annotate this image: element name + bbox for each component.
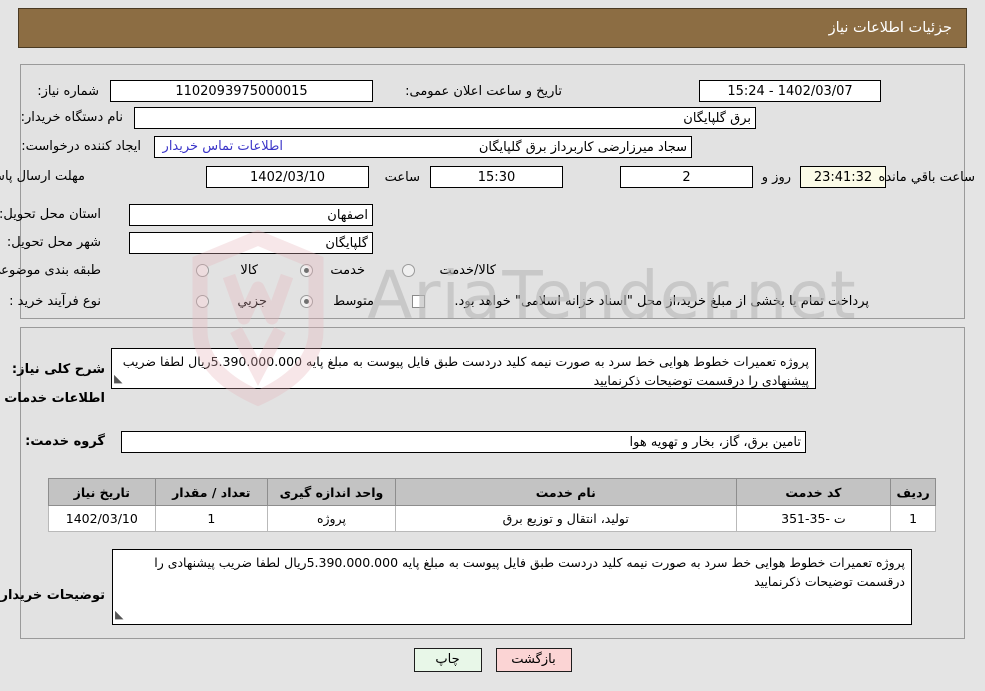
announce-datetime-label: تاریخ و ساعت اعلان عمومی: <box>405 84 562 99</box>
city-label: شهر محل تحویل: <box>6 235 101 250</box>
need-number-value: 1102093975000015 <box>110 80 373 102</box>
radio-category-khedmat[interactable] <box>300 264 313 277</box>
description-textarea[interactable]: پروژه تعمیرات خطوط هوایی خط سرد به صورت … <box>111 348 816 389</box>
city-value: گلپایگان <box>129 232 373 254</box>
radio-process-motavaset[interactable] <box>300 295 313 308</box>
buyer-org-label: نام دستگاه خریدار: <box>20 110 123 125</box>
cell-row-no: 1 <box>890 505 936 532</box>
resize-grip-icon[interactable]: ◢ <box>114 370 122 387</box>
radio-label-category-0: کالا <box>240 263 258 278</box>
footer-button-row: بازگشت چاپ <box>0 648 985 672</box>
days-label: روز و <box>761 170 791 185</box>
need-info-panel <box>20 64 965 319</box>
buyer-contact-link[interactable]: اطلاعات تماس خریدار <box>163 139 283 154</box>
deadline-hour-label: ساعت <box>384 170 420 185</box>
page-root: AriaTender.net جزئیات اطلاعات نیاز شماره… <box>0 0 985 691</box>
col-row-no: ردیف <box>890 478 936 506</box>
radio-label-category-2: کالا/خدمت <box>439 263 496 278</box>
need-number-label: شماره نیاز: <box>37 84 99 99</box>
countdown-timer: 23:41:32 <box>800 166 886 188</box>
remaining-hours-label: ساعت باقي مانده <box>878 170 975 185</box>
service-group-label: گروه خدمت: <box>25 434 105 449</box>
treasury-bonds-label: پرداخت تمام یا بخشی از مبلغ خرید،از محل … <box>454 294 869 309</box>
window-title-bar: جزئیات اطلاعات نیاز <box>18 8 967 48</box>
deadline-label: مهلت ارسال پاسخ: تا تاریخ: <box>0 169 85 184</box>
announce-datetime-value: 1402/03/07 - 15:24 <box>699 80 881 102</box>
treasury-bonds-checkbox[interactable] <box>412 295 425 308</box>
col-service-name: نام خدمت <box>394 478 737 506</box>
deadline-time-value: 15:30 <box>430 166 563 188</box>
col-quantity: تعداد / مقدار <box>154 478 269 506</box>
radio-label-process-0: جزیي <box>237 294 267 309</box>
radio-category-kala-khedmat[interactable] <box>402 264 415 277</box>
radio-label-process-1: متوسط <box>333 294 374 309</box>
cell-need-date: 1402/03/10 <box>48 505 156 532</box>
col-unit: واحد اندازه گیری <box>267 478 396 506</box>
province-label: استان محل تحویل: <box>0 207 101 222</box>
cell-service-name: تولید، انتقال و توزیع برق <box>394 505 737 532</box>
deadline-date-value: 1402/03/10 <box>206 166 369 188</box>
col-service-code: کد خدمت <box>735 478 892 506</box>
remaining-days-value: 2 <box>620 166 753 188</box>
radio-category-kala[interactable] <box>196 264 209 277</box>
buyer-org-value: برق گلپایگان <box>134 107 756 129</box>
buyer-notes-textarea[interactable]: پروژه تعمیرات خطوط هوایی خط سرد به صورت … <box>112 549 912 625</box>
page-title: جزئیات اطلاعات نیاز <box>828 20 952 36</box>
services-heading: اطلاعات خدمات مورد نیاز <box>0 391 105 406</box>
buyer-notes-label: توضیحات خریدار: <box>0 588 105 603</box>
services-table: ردیف کد خدمت نام خدمت واحد اندازه گیری ت… <box>48 478 936 532</box>
radio-process-jozei[interactable] <box>196 295 209 308</box>
radio-label-category-1: خدمت <box>330 263 365 278</box>
col-need-date: تاریخ نیاز <box>48 478 156 506</box>
buyer-notes-text: پروژه تعمیرات خطوط هوایی خط سرد به صورت … <box>154 555 905 590</box>
process-label: نوع فرآیند خرید : <box>9 294 101 309</box>
description-label: شرح کلی نیاز: <box>11 362 105 377</box>
cell-quantity: 1 <box>154 505 269 532</box>
description-text: پروژه تعمیرات خطوط هوایی خط سرد به صورت … <box>122 354 809 389</box>
creator-label: ایجاد کننده درخواست: <box>21 139 141 154</box>
service-group-value: تامین برق، گاز، بخار و تهویه هوا <box>121 431 806 453</box>
resize-grip-icon-2[interactable]: ◢ <box>115 606 123 623</box>
back-button[interactable]: بازگشت <box>495 648 572 672</box>
table-header-row: ردیف کد خدمت نام خدمت واحد اندازه گیری ت… <box>48 478 936 506</box>
province-value: اصفهان <box>129 204 373 226</box>
table-row[interactable]: 1 ت -35-351 تولید، انتقال و توزیع برق پر… <box>48 505 936 532</box>
cell-unit: پروژه <box>267 505 396 532</box>
cell-service-code: ت -35-351 <box>735 505 892 532</box>
print-button[interactable]: چاپ <box>413 648 482 672</box>
category-label: طبقه بندی موضوعی: <box>0 263 101 278</box>
